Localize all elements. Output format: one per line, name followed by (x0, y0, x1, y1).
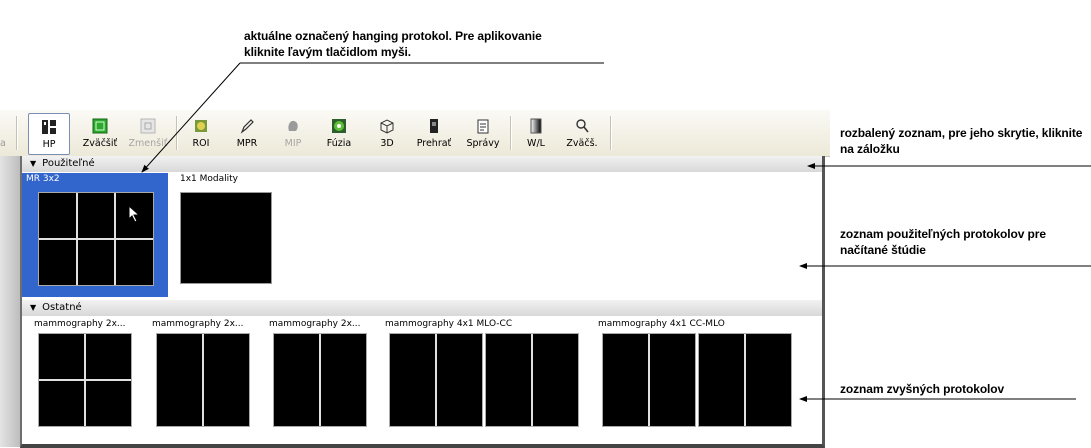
callout-leader-lines (141, 62, 1091, 402)
leader-arrow-current (141, 62, 241, 173)
